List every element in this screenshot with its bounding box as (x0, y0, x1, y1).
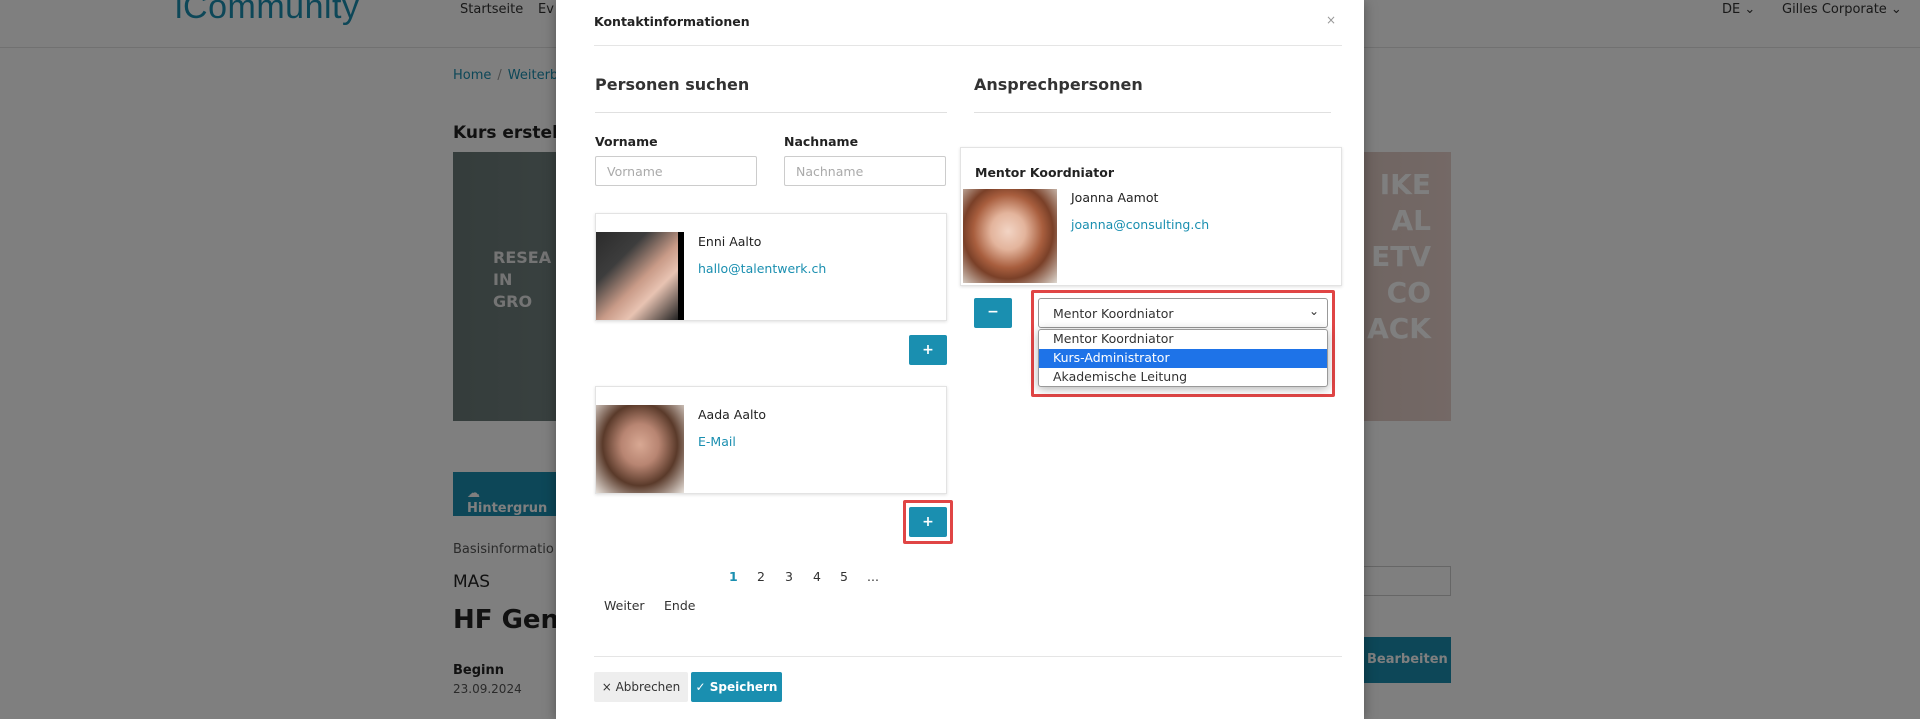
contact-email-link[interactable]: joanna@consulting.ch (1071, 217, 1209, 232)
list-item: Enni Aalto hallo@talentwerk.ch (595, 213, 947, 321)
firstname-input[interactable] (595, 156, 757, 186)
role-select-value: Mentor Koordniator (1053, 306, 1174, 321)
search-section-title: Personen suchen (595, 75, 750, 94)
contacts-section-divider (974, 112, 1331, 113)
page-3[interactable]: 3 (785, 569, 793, 584)
person-email-link[interactable]: hallo@talentwerk.ch (698, 261, 826, 276)
avatar (963, 189, 1057, 283)
role-dropdown-list: Mentor Koordniator Kurs-Administrator Ak… (1038, 329, 1328, 387)
role-option-kurs-admin[interactable]: Kurs-Administrator (1039, 349, 1327, 368)
save-button[interactable]: ✓ Speichern (691, 672, 782, 702)
avatar (596, 232, 684, 320)
list-item: Aada Aalto E-Mail (595, 386, 947, 494)
add-person-button[interactable]: + (909, 335, 947, 365)
page-more[interactable]: ... (867, 569, 879, 584)
chevron-down-icon: ⌄ (1308, 304, 1319, 318)
page-1[interactable]: 1 (729, 569, 738, 584)
add-person-button[interactable]: + (909, 507, 947, 537)
pagination-next[interactable]: Weiter (604, 598, 645, 613)
page-4[interactable]: 4 (813, 569, 821, 584)
person-name: Enni Aalto (698, 234, 762, 249)
remove-contact-button[interactable]: − (974, 298, 1012, 328)
modal-title: Kontaktinformationen (594, 14, 750, 29)
pagination-end[interactable]: Ende (664, 598, 695, 613)
footer-divider (594, 656, 1342, 657)
person-email-link[interactable]: E-Mail (698, 434, 736, 449)
page-2[interactable]: 2 (757, 569, 765, 584)
contact-card: Mentor Koordniator Joanna Aamot joanna@c… (960, 147, 1342, 286)
page-5[interactable]: 5 (840, 569, 848, 584)
contact-role: Mentor Koordniator (975, 165, 1114, 180)
close-icon[interactable]: × (1326, 13, 1336, 27)
lastname-label: Nachname (784, 134, 859, 149)
contact-info-modal: Kontaktinformationen × Personen suchen V… (556, 0, 1364, 719)
firstname-label: Vorname (595, 134, 658, 149)
modal-header: Kontaktinformationen × (594, 0, 1342, 46)
person-name: Aada Aalto (698, 407, 767, 422)
contact-name: Joanna Aamot (1071, 190, 1159, 205)
role-select[interactable]: Mentor Koordniator ⌄ (1038, 298, 1328, 328)
role-option-mentor[interactable]: Mentor Koordniator (1039, 330, 1327, 349)
lastname-input[interactable] (784, 156, 946, 186)
role-option-akademische-leitung[interactable]: Akademische Leitung (1039, 368, 1327, 386)
contacts-section-title: Ansprechpersonen (974, 75, 1143, 94)
search-section-divider (595, 112, 947, 113)
cancel-button[interactable]: × Abbrechen (594, 672, 688, 702)
avatar (596, 405, 684, 493)
